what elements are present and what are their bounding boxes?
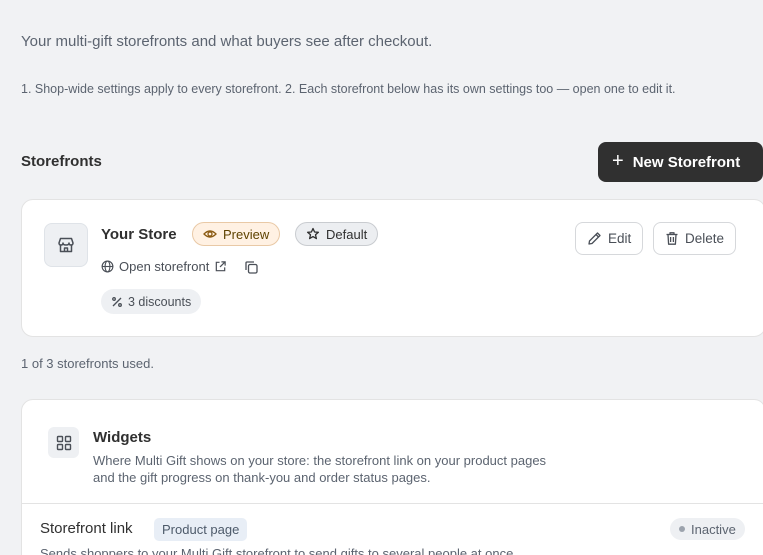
default-badge: Default	[295, 222, 379, 246]
pencil-icon	[587, 231, 602, 246]
preview-badge-label: Preview	[223, 226, 270, 242]
widget-item-description: Sends shoppers to your Multi Gift storef…	[40, 546, 517, 555]
new-storefront-button[interactable]: + New Storefront	[598, 142, 763, 182]
globe-icon	[101, 260, 114, 273]
open-storefront-label: Open storefront	[119, 259, 210, 274]
preview-badge[interactable]: Preview	[192, 222, 281, 246]
page-subtitle: Your multi-gift storefronts and what buy…	[21, 33, 433, 50]
widget-status-badge: Inactive	[670, 518, 745, 540]
status-label: Inactive	[691, 521, 736, 537]
new-storefront-label: New Storefront	[632, 153, 741, 171]
edit-label: Edit	[608, 231, 632, 246]
percent-icon	[111, 296, 123, 308]
default-badge-label: Default	[326, 226, 368, 242]
copy-icon[interactable]	[244, 260, 259, 275]
status-dot	[679, 526, 685, 532]
delete-label: Delete	[685, 231, 725, 246]
discounts-label: 3 discounts	[128, 294, 192, 309]
external-link-icon	[214, 260, 227, 273]
widget-item-title[interactable]: Storefront link	[40, 520, 133, 537]
widget-item-tag: Product page	[154, 518, 248, 541]
trash-icon	[665, 231, 679, 246]
store-icon	[44, 223, 88, 267]
settings-notes: 1. Shop-wide settings apply to every sto…	[21, 82, 676, 96]
divider	[22, 503, 763, 504]
eye-icon	[203, 227, 217, 241]
edit-button[interactable]: Edit	[575, 222, 644, 255]
star-icon	[306, 227, 320, 241]
delete-button[interactable]: Delete	[653, 222, 737, 255]
plus-icon: +	[612, 150, 624, 172]
storefronts-section-title: Storefronts	[21, 153, 102, 170]
discounts-pill[interactable]: 3 discounts	[101, 289, 202, 314]
store-name: Your Store	[101, 226, 177, 243]
storefront-usage: 1 of 3 storefronts used.	[21, 356, 154, 371]
storefront-card: Your Store Preview Default Open storefro…	[21, 199, 763, 337]
grid-icon	[48, 427, 79, 458]
widgets-title: Widgets	[93, 429, 152, 446]
widgets-description: Where Multi Gift shows on your store: th…	[93, 453, 547, 485]
widgets-card: Widgets Where Multi Gift shows on your s…	[21, 399, 763, 555]
open-storefront-link[interactable]: Open storefront	[101, 259, 227, 274]
